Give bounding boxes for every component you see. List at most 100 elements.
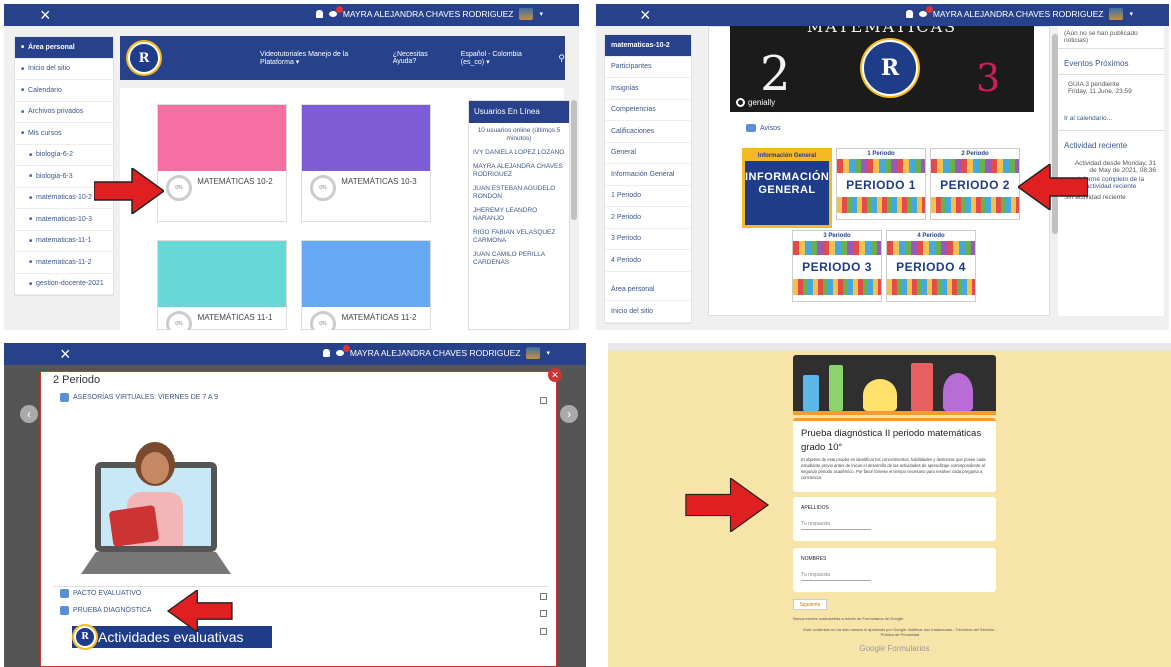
calendar-icon: ■ [21, 87, 25, 94]
event-item[interactable]: GUIA 3 pendiente Friday, 11 June, 23:59 [1058, 75, 1164, 101]
header-link-tutorials[interactable]: Videotutoriales Manejo de la Plataforma … [260, 51, 381, 66]
online-user[interactable]: MAYRA ALEJANDRA CHAVES RODRIGUEZ [469, 163, 569, 179]
chat-icon[interactable] [918, 6, 933, 17]
school-logo[interactable]: R [128, 42, 160, 74]
section-modal: 2 Periodo ✕ [40, 368, 562, 667]
period-card-text: INFORMACIÓN GENERAL [745, 171, 830, 196]
close-icon[interactable]: × [60, 344, 71, 364]
nombres-input[interactable]: Tu respuesta [801, 572, 871, 581]
course-title[interactable]: MATEMÁTICAS 11-2 [324, 313, 434, 322]
avatar[interactable] [1109, 8, 1124, 20]
course-title[interactable]: MATEMÁTICAS 10-2 [180, 177, 290, 186]
course-card[interactable]: 0% MATEMÁTICAS 11-1 [157, 240, 287, 330]
course-nav-item[interactable]: Área personal [605, 280, 691, 301]
scrollbar[interactable] [571, 100, 577, 220]
chevron-down-icon[interactable]: ▾ [546, 349, 550, 357]
course-card[interactable]: 0% MATEMÁTICAS 10-2 [157, 104, 287, 222]
course-image[interactable] [302, 241, 430, 307]
search-icon[interactable]: ⚲ [558, 53, 565, 64]
period-card[interactable]: 1 Periodo PERIODO 1 [836, 148, 926, 220]
course-image[interactable] [158, 105, 286, 171]
genially-banner[interactable]: MATEMÁTICAS 2 3 R genially [730, 26, 1034, 112]
online-user[interactable]: JUAN CAMILO PERILLA CARDENAS [469, 251, 569, 267]
close-icon[interactable]: × [640, 5, 651, 25]
course-title[interactable]: MATEMÁTICAS 10-3 [324, 177, 434, 186]
period-card-text: PERIODO 1 [846, 178, 916, 192]
user-name[interactable]: MAYRA ALEJANDRA CHAVES RODRIGUEZ [350, 348, 521, 358]
course-title[interactable]: MATEMÁTICAS 11-1 [180, 313, 290, 322]
course-card[interactable]: 0% MATEMÁTICAS 11-2 [301, 240, 431, 330]
course-nav-item[interactable]: 1 Periodo [605, 186, 691, 207]
form-description: El objetivo de esta prueba es identifica… [801, 457, 986, 480]
completion-checkbox[interactable] [540, 593, 547, 600]
avisos-link[interactable]: Avisos [746, 124, 781, 132]
period-card[interactable]: 2 Periodo PERIODO 2 [930, 148, 1020, 220]
course-nav-item[interactable]: Competencias [605, 100, 691, 121]
period-card[interactable]: 3 Periodo PERIODO 3 [792, 230, 882, 302]
bell-icon[interactable] [322, 349, 330, 357]
bell-icon[interactable] [315, 10, 323, 18]
course-nav-item[interactable]: 3 Periodo [605, 229, 691, 250]
sidebar-item[interactable]: ■ Archivos privados [15, 102, 113, 123]
period-card[interactable]: 4 Periodo PERIODO 4 [886, 230, 976, 302]
sidebar-item[interactable]: ■ matematicas-11-1 [15, 231, 113, 252]
user-name[interactable]: MAYRA ALEJANDRA CHAVES RODRIGUEZ [343, 9, 514, 19]
course-nav-item[interactable]: Insignias [605, 78, 691, 100]
course-nav-label: 3 Periodo [611, 235, 641, 243]
header-link-help[interactable]: ¿Necesitas Ayuda? [393, 51, 449, 65]
activity-prueba-diagnostica[interactable]: PRUEBA DIAGNÓSTICA [60, 606, 152, 615]
panel-my-courses: × MAYRA ALEJANDRA CHAVES RODRIGUEZ ▾ ■ Ár… [4, 4, 579, 330]
language-selector[interactable]: Español - Colombia (es_co) ▾ [461, 51, 547, 66]
course-card[interactable]: 0% MATEMÁTICAS 10-3 [301, 104, 431, 222]
apellidos-input[interactable]: Tu respuesta [801, 521, 871, 530]
modal-close-icon[interactable]: ✕ [548, 368, 562, 382]
form-header-image [793, 355, 996, 415]
graduation-cap-icon: ■ [29, 173, 33, 180]
activity-pacto-evaluativo[interactable]: PACTO EVALUATIVO [60, 589, 141, 598]
chevron-down-icon[interactable]: ▾ [539, 10, 543, 18]
top-navbar: × MAYRA ALEJANDRA CHAVES RODRIGUEZ ▾ [4, 343, 586, 365]
chat-icon[interactable] [328, 6, 343, 17]
nav-next-icon[interactable]: › [560, 405, 578, 423]
user-name[interactable]: MAYRA ALEJANDRA CHAVES RODRIGUEZ [933, 9, 1104, 19]
online-user[interactable]: JHEREMY LEANDRO NARANJO [469, 207, 569, 223]
course-nav-item[interactable]: 2 Periodo [605, 207, 691, 229]
chat-icon[interactable] [335, 345, 350, 356]
sidebar-item[interactable]: ■ Área personal [15, 37, 113, 59]
sidebar-item[interactable]: ■ Inicio del sitio [15, 59, 113, 80]
nav-prev-icon[interactable]: ‹ [20, 405, 38, 423]
sidebar-item[interactable]: ■ Mis cursos [15, 123, 113, 145]
online-user[interactable]: IVY DANIELA LOPEZ LOZANO [469, 149, 569, 157]
next-button[interactable]: Siguiente [793, 599, 827, 610]
sidebar-item[interactable]: ■ gestion-docente-2021 [15, 274, 113, 295]
avatar[interactable] [519, 8, 534, 20]
bell-icon[interactable] [905, 10, 913, 18]
course-nav-item[interactable]: Calificaciones [605, 121, 691, 143]
online-user[interactable]: JUAN ESTEBAN AGUDELO RONDON [469, 185, 569, 201]
calendar-link[interactable]: Ir al calendario... [1058, 101, 1164, 131]
sidebar-item-label: biología-6-2 [36, 151, 73, 159]
course-image[interactable] [302, 105, 430, 171]
avatar[interactable] [526, 347, 541, 359]
sidebar-item[interactable]: ■ Calendario [15, 80, 113, 102]
completion-checkbox[interactable] [540, 610, 547, 617]
info-general-card[interactable]: Información General INFORMACIÓN GENERAL [742, 148, 832, 228]
sidebar-item[interactable]: ■ biología-6-2 [15, 145, 113, 166]
course-nav-item[interactable]: Inicio del sitio [605, 301, 691, 323]
course-nav-item[interactable]: General [605, 143, 691, 164]
completion-checkbox[interactable] [540, 397, 547, 404]
close-icon[interactable]: × [40, 5, 51, 25]
chevron-down-icon[interactable]: ▾ [1129, 10, 1133, 18]
online-user[interactable]: RIGO FABIAN VELASQUEZ CARMONA [469, 229, 569, 245]
activity-asesorias[interactable]: ASESORÍAS VIRTUALES: VIERNES DE 7 A 9 [60, 393, 218, 402]
top-navbar: × MAYRA ALEJANDRA CHAVES RODRIGUEZ ▾ [4, 4, 579, 26]
completion-checkbox[interactable] [540, 628, 547, 635]
course-nav-item[interactable]: Información General [605, 164, 691, 186]
course-nav-item[interactable]: matematicas-10-2 [605, 35, 691, 57]
course-nav-item[interactable]: Participantes [605, 57, 691, 78]
sidebar-item-label: Inicio del sitio [28, 65, 71, 73]
course-image[interactable] [158, 241, 286, 307]
course-nav-item[interactable]: 4 Periodo [605, 250, 691, 272]
online-count: 10 usuarios online (últimos 5 minutos) [477, 127, 561, 142]
sidebar-item[interactable]: ■ matematicas-11-2 [15, 252, 113, 274]
